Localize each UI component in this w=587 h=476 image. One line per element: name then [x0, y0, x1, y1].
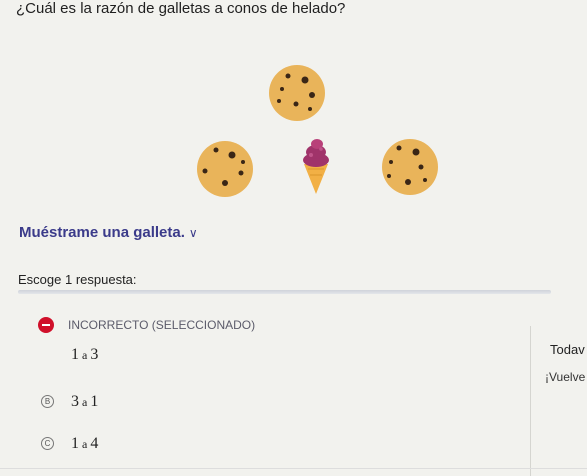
- hint-prompt-text: Muéstrame una galleta.: [19, 224, 185, 241]
- answer-option-text: 1a3: [71, 346, 99, 363]
- feedback-subtitle: ¡Vuelve: [545, 370, 586, 384]
- cookie-icon: [197, 141, 253, 197]
- choose-answer-label: Escoge 1 respuesta:: [18, 272, 137, 287]
- answer-option-text: 3a1: [71, 393, 99, 410]
- question-title: ¿Cuál es la razón de galletas a conos de…: [16, 0, 346, 17]
- cookie-icon: [382, 139, 438, 195]
- hint-prompt[interactable]: Muéstrame una galleta. ∨: [19, 224, 198, 241]
- chevron-down-icon[interactable]: ∨: [189, 226, 198, 240]
- incorrect-icon: [38, 317, 54, 333]
- feedback-title: Todav: [550, 342, 585, 357]
- ice-cream-cone-icon: [303, 139, 329, 194]
- option-letter-badge[interactable]: B: [41, 395, 54, 408]
- answer-option-text: 1a4: [71, 435, 99, 452]
- divider: [18, 290, 551, 294]
- option-letter-badge[interactable]: C: [41, 437, 54, 450]
- answer-option[interactable]: B 3a1: [41, 393, 98, 410]
- status-label: INCORRECTO (SELECCIONADO): [68, 318, 256, 332]
- answer-option[interactable]: C 1a4: [41, 435, 98, 452]
- divider: [0, 468, 587, 469]
- cookie-icon: [269, 65, 325, 121]
